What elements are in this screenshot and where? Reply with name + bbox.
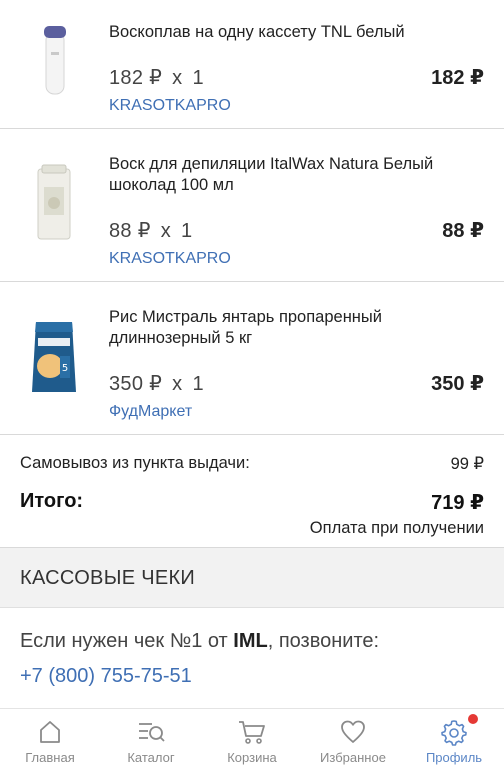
item-quantity: 1 [192,373,204,395]
total-label: Итого: [20,490,84,512]
seller-link[interactable]: ФудМаркет [109,403,192,421]
item-price-quantity: 182 ₽ x 1 [109,65,204,90]
nav-cart-label: Корзина [227,750,277,765]
pickup-label: Самовывоз из пункта выдачи: [20,454,250,472]
gear-icon [441,720,467,746]
rice-package-image: 5 [32,322,76,392]
nav-cart[interactable]: Корзина [202,709,302,770]
receipt-info-prefix: Если нужен чек №1 от [20,630,234,652]
multiplier-sign: x [160,220,172,242]
seller-link[interactable]: KRASOTKAPRO [109,97,231,115]
heart-icon [341,720,365,743]
phone-link[interactable]: +7 (800) 755-75-51 [20,665,192,688]
catalog-search-icon [139,723,165,742]
item-unit-price: 182 ₽ [109,67,163,89]
item-price-quantity: 350 ₽ x 1 [109,371,204,396]
item-quantity: 1 [181,220,193,242]
item-title[interactable]: Воск для депиляции ItalWax Natura Белый … [109,154,484,196]
receipt-info: Если нужен чек №1 от IML, позвоните: [20,630,379,653]
item-quantity: 1 [192,67,204,89]
bottom-navigation: Главная Каталог Корзина Избранное Профил… [0,708,504,770]
nav-profile-label: Профиль [425,750,483,765]
svg-text:5: 5 [62,363,68,374]
order-item[interactable]: Воскоплав на одну кассету TNL белый 182 … [0,0,504,129]
order-summary: Самовывоз из пункта выдачи: 99 ₽ Итого: … [0,434,504,548]
item-total: 350 ₽ [431,373,484,395]
seller-link[interactable]: KRASOTKAPRO [109,250,231,268]
order-item[interactable]: 5 Рис Мистраль янтарь пропаренный длинно… [0,282,504,435]
payment-method: Оплата при получении [309,519,484,537]
total-price: 719 ₽ [431,492,484,514]
item-title[interactable]: Воскоплав на одну кассету TNL белый [109,22,484,43]
multiplier-sign: x [172,67,183,89]
nav-favorites-label: Избранное [320,750,386,765]
receipts-title: КАССОВЫЕ ЧЕКИ [20,567,196,589]
item-total: 182 ₽ [431,67,484,89]
receipts-section-header: КАССОВЫЕ ЧЕКИ [0,548,504,608]
nav-favorites[interactable]: Избранное [303,709,403,770]
item-total: 88 ₽ [442,220,484,242]
nav-catalog-label: Каталог [127,750,175,765]
notification-badge [468,714,478,724]
cart-icon [239,721,265,744]
nav-profile[interactable]: Профиль [404,709,504,770]
nav-home-label: Главная [25,750,75,765]
receipt-info-suffix: , позвоните: [267,630,380,652]
home-icon [40,721,60,743]
nav-home[interactable]: Главная [0,709,100,770]
item-title[interactable]: Рис Мистраль янтарь пропаренный длиннозе… [109,307,484,349]
wax-cartridge-image [37,164,71,240]
wax-heater-image [44,26,66,95]
item-unit-price: 350 ₽ [109,373,163,395]
order-item[interactable]: Воск для депиляции ItalWax Natura Белый … [0,129,504,282]
item-unit-price: 88 ₽ [109,220,151,242]
item-price-quantity: 88 ₽ x 1 [109,218,192,243]
pickup-price: 99 ₽ [450,455,484,473]
multiplier-sign: x [172,373,183,395]
nav-catalog[interactable]: Каталог [101,709,201,770]
receipt-company: IML [233,630,268,652]
